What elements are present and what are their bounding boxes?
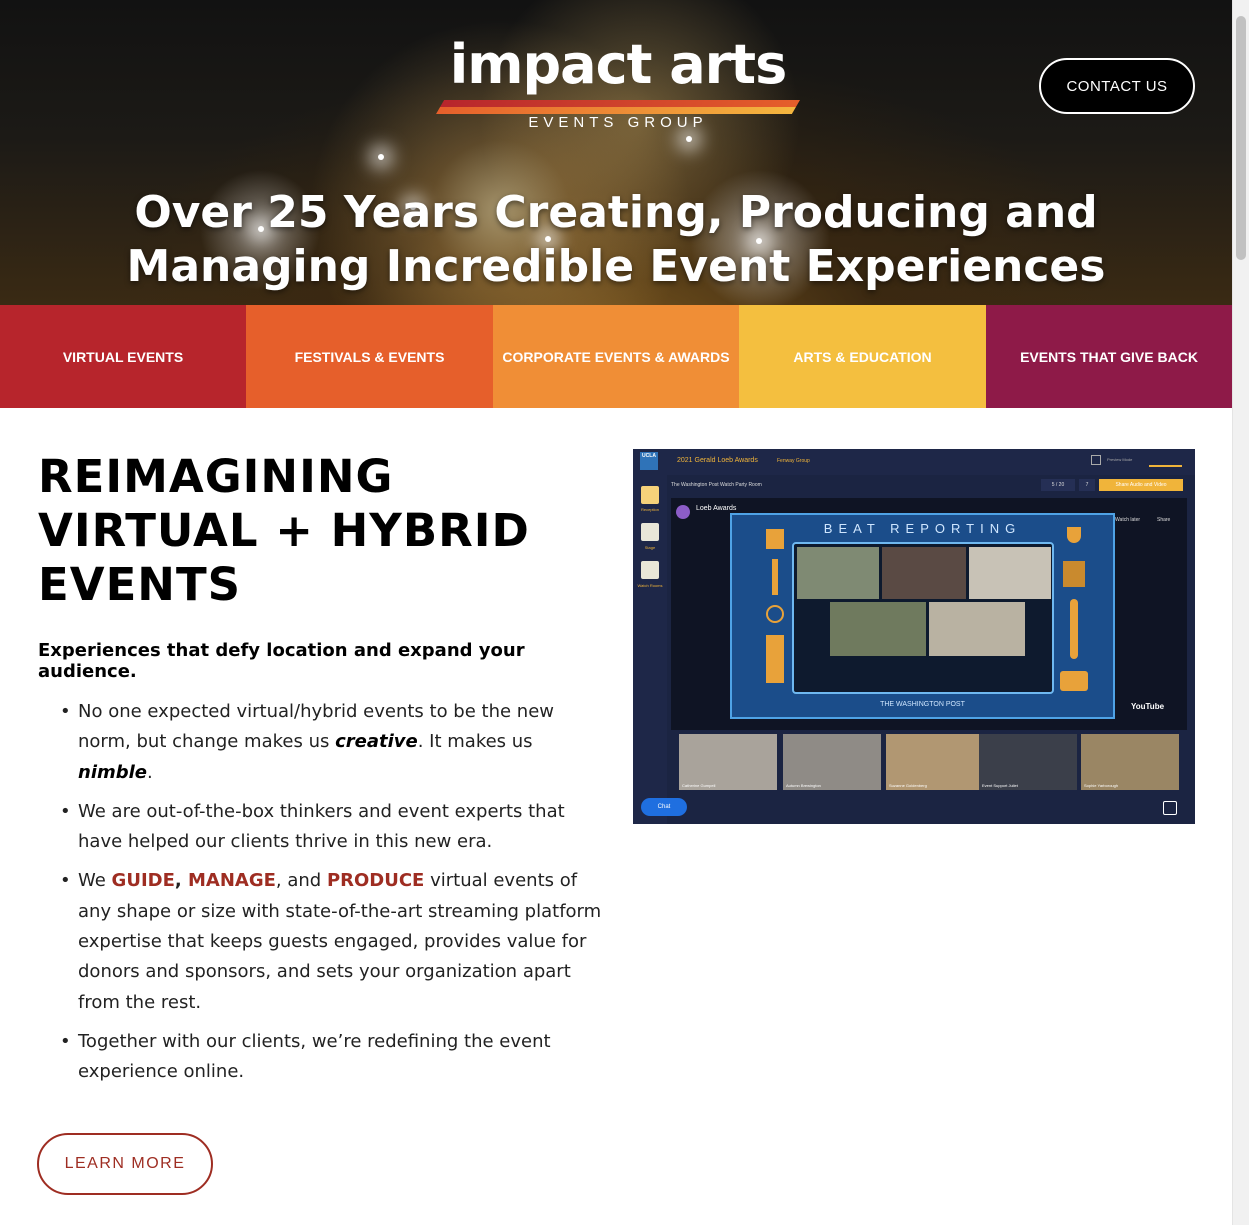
attendee-tile: Event Support Juliet [979, 734, 1077, 790]
attendee-name: Suzanne Goldenberg [889, 783, 927, 788]
bullet-text: , [174, 870, 188, 892]
stream-name: Loeb Awards [696, 505, 737, 512]
nav-virtual-events[interactable]: VIRTUAL EVENTS [0, 305, 246, 408]
logo-wordmark: impact arts [449, 33, 788, 96]
light-flare [686, 136, 692, 142]
nav-arts-education[interactable]: ARTS & EDUCATION [739, 305, 986, 408]
sidebar-label: Watch Rooms [637, 583, 663, 588]
attendee-name: Sophie Yarborough [1084, 783, 1119, 788]
logo-stripe [435, 100, 801, 114]
fullscreen-icon [1163, 801, 1177, 815]
logo-stripe-red [440, 100, 801, 107]
category-nav: VIRTUAL EVENTS FESTIVALS & EVENTS CORPOR… [0, 305, 1232, 408]
hero-title-line-1: Over 25 Years Creating, Producing and [134, 187, 1098, 238]
pen-icon [1070, 599, 1078, 659]
heading-line-3: EVENTS [38, 558, 242, 611]
attendee-tile: Suzanne Goldenberg [886, 734, 984, 790]
book-icon [1063, 561, 1085, 587]
list-item: We are out-of-the-box thinkers and event… [60, 797, 605, 858]
event-title: 2021 Gerald Loeb Awards [677, 457, 758, 464]
emphasis-creative: creative [335, 731, 418, 753]
camera-icon [766, 635, 784, 683]
sidebar-label: Stage [644, 545, 656, 550]
logo-subtitle: EVENTS GROUP [528, 114, 708, 131]
home-icon [641, 486, 659, 504]
highlight-guide: GUIDE [111, 870, 175, 892]
attendee-name: Event Support Juliet [982, 783, 1018, 788]
bullet-text: . It makes us [417, 731, 533, 753]
attendee-tile: Catherine Gumpell [679, 734, 777, 790]
virtual-event-screenshot: UCLA 2021 Gerald Loeb Awards Fenway Grou… [633, 449, 1195, 824]
typewriter-icon [766, 529, 784, 549]
hero-title-line-2: Managing Incredible Event Experiences [126, 241, 1106, 292]
speaker-tile [969, 547, 1051, 599]
bullet-text: We [78, 870, 112, 892]
awards-board: BEAT REPORTING THE WASHINGTON POST [730, 513, 1115, 719]
attendee-tile: Sophie Yarborough [1081, 734, 1179, 790]
speaker-tile [929, 602, 1025, 656]
channel-avatar [676, 505, 690, 519]
emphasis-nimble: nimble [78, 761, 148, 783]
chat-button: Chat [641, 798, 687, 816]
nav-corporate-events-awards[interactable]: CORPORATE EVENTS & AWARDS [493, 305, 739, 408]
video-grid [792, 542, 1054, 694]
speaker-tile [797, 547, 879, 599]
radio-icon [1060, 671, 1088, 691]
attendee-tile: Autumn Brewington [783, 734, 881, 790]
room-label: The Washington Post Watch Party Room [671, 482, 762, 488]
learn-more-button[interactable]: LEARN MORE [37, 1133, 213, 1195]
highlight-manage: MANAGE [187, 870, 276, 892]
scrollbar-thumb[interactable] [1236, 16, 1246, 260]
trophy-icon [1067, 527, 1081, 543]
highlight-produce: PRODUCE [326, 870, 425, 892]
bullet-text: virtual events of any shape or size with… [78, 870, 602, 1013]
lead-text: Experiences that defy location and expan… [38, 640, 525, 682]
attendee-name: Catherine Gumpell [682, 783, 716, 788]
ucla-badge: UCLA [640, 452, 658, 470]
nav-festivals-events[interactable]: FESTIVALS & EVENTS [246, 305, 493, 408]
hero-banner: impact arts EVENTS GROUP CONTACT US Over… [0, 0, 1232, 305]
attendee-name: Autumn Brewington [786, 783, 821, 788]
bullet-text: , and [275, 870, 327, 892]
topbar-accent [1149, 465, 1182, 467]
speaker-tile [830, 602, 926, 656]
youtube-logo: YouTube [1131, 702, 1165, 711]
bullet-text: We are out-of-the-box thinkers and event… [78, 800, 565, 853]
share-label: Share [1157, 517, 1171, 523]
share-audio-video-button: Share Audio and Video [1099, 479, 1183, 491]
speaker-tile [882, 547, 966, 599]
contact-us-button[interactable]: CONTACT US [1039, 58, 1195, 114]
attendee-strip: Catherine Gumpell Autumn Brewington Suza… [679, 734, 1179, 790]
logo-stripe-gold [435, 107, 796, 114]
light-flare [378, 154, 384, 160]
hero-title: Over 25 Years Creating, Producing and Ma… [0, 186, 1232, 294]
section-heading: REIMAGINING VIRTUAL + HYBRID EVENTS [38, 450, 598, 612]
sidebar-label: Reception [640, 507, 659, 512]
heading-line-2: VIRTUAL + HYBRID [38, 504, 530, 557]
bullet-text: Together with our clients, we’re redefin… [78, 1030, 551, 1083]
pencil-icon [772, 559, 778, 595]
preview-checkbox [1091, 455, 1101, 465]
list-item: No one expected virtual/hybrid events to… [60, 697, 605, 788]
stage-icon [641, 523, 659, 541]
list-item: We GUIDE, MANAGE, and PRODUCE virtual ev… [60, 866, 605, 1017]
list-item: Together with our clients, we’re redefin… [60, 1027, 605, 1088]
feature-list: No one expected virtual/hybrid events to… [60, 697, 605, 1097]
board-footer: THE WASHINGTON POST [880, 701, 965, 708]
nav-events-that-give-back[interactable]: EVENTS THAT GIVE BACK [986, 305, 1232, 408]
pager: 5 / 20 [1041, 479, 1075, 491]
page-scrollbar[interactable] [1232, 0, 1249, 1225]
bullet-text: . [147, 761, 153, 783]
board-title: BEAT REPORTING [823, 521, 1022, 536]
watch-later-label: Watch later [1115, 517, 1141, 523]
preview-label: Preview Mode [1107, 457, 1133, 462]
group-label: Fenway Group [777, 458, 810, 464]
watch-rooms-icon [641, 561, 659, 579]
heading-line-1: REIMAGINING [38, 450, 394, 503]
site-logo[interactable]: impact arts EVENTS GROUP [435, 33, 801, 134]
pager-count: 7 [1079, 479, 1095, 491]
magnifier-icon [766, 605, 784, 623]
